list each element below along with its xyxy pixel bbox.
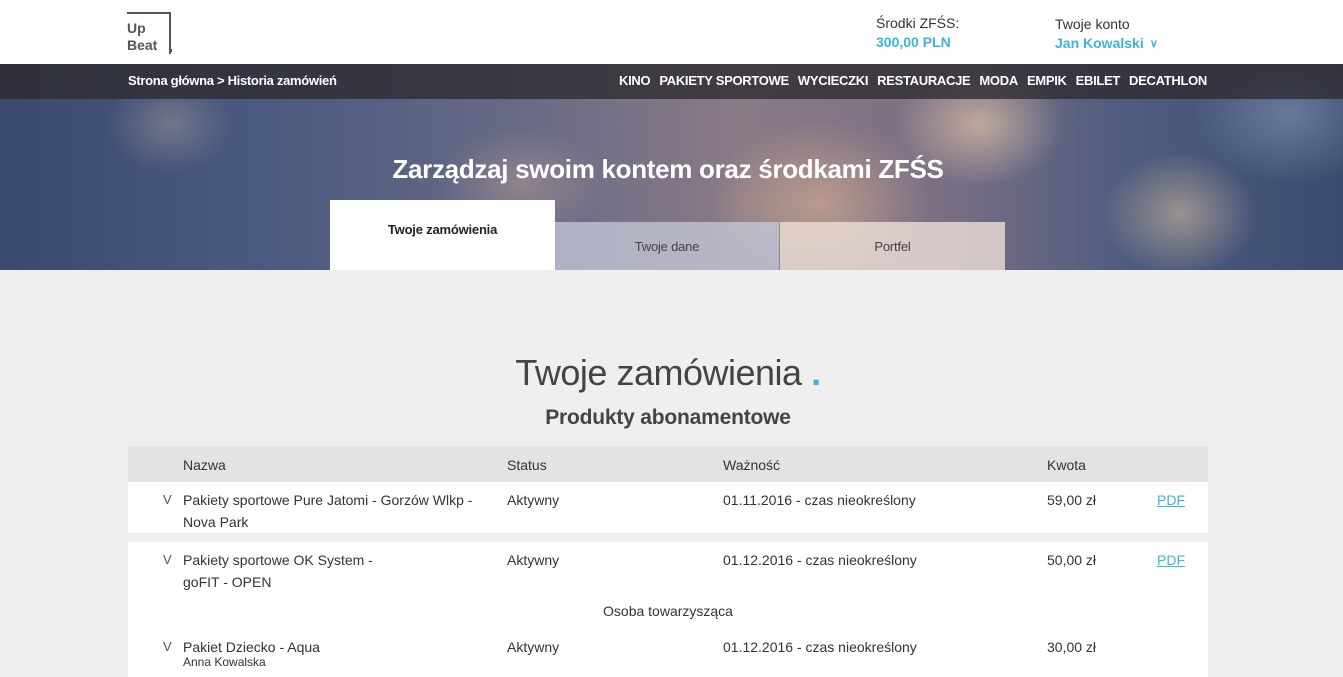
tab-wallet[interactable]: Portfel <box>780 222 1005 270</box>
companion-label: Osoba towarzysząca <box>603 603 733 619</box>
companion-person-name: Anna Kowalska <box>183 655 266 669</box>
pdf-link[interactable]: PDF <box>1157 489 1185 511</box>
hero-title: Zarządzaj swoim kontem oraz środkami ZFŚ… <box>392 154 944 184</box>
funds-summary: Środki ZFŚS: 300,00 PLN <box>876 15 959 50</box>
menu-item-pakiety-sportowe[interactable]: PAKIETY SPORTOWE <box>659 73 789 88</box>
order-name-line1: Pakiety sportowe Pure Jatomi - Gorzów Wl… <box>183 492 473 508</box>
companion-validity: 01.12.2016 - czas nieokreślony <box>723 639 917 655</box>
menu-item-empik[interactable]: EMPIK <box>1027 73 1067 88</box>
column-header-amount: Kwota <box>1047 457 1086 473</box>
menu-item-restauracje[interactable]: RESTAURACJE <box>877 73 971 88</box>
chevron-down-icon[interactable]: ∨ <box>1150 37 1158 50</box>
account-label: Twoje konto <box>1055 16 1130 32</box>
menu-item-wycieczki[interactable]: WYCIECZKI <box>798 73 869 88</box>
order-validity: 01.12.2016 - czas nieokreślony <box>723 552 917 568</box>
logo-dot <box>169 49 172 52</box>
column-header-name: Nazwa <box>183 457 226 473</box>
page-title-text: Twoje zamówienia <box>515 352 802 393</box>
logo-text-up: Up <box>127 20 146 36</box>
account-name: Jan Kowalski <box>1055 35 1144 51</box>
menu-item-ebilet[interactable]: EBILET <box>1076 73 1121 88</box>
order-amount: 59,00 zł <box>1047 492 1097 508</box>
order-status: Aktywny <box>507 552 560 568</box>
logo-text-beat: Beat <box>127 37 158 53</box>
companion-status: Aktywny <box>507 639 560 655</box>
order-amount: 50,00 zł <box>1047 552 1097 568</box>
page-title: Twoje zamówienia . <box>0 352 1336 394</box>
pdf-link[interactable]: PDF <box>1157 549 1185 571</box>
funds-label: Środki ZFŚS: <box>876 15 960 31</box>
expand-chevron-icon[interactable]: V <box>163 549 172 571</box>
order-name-line2: goFIT - OPEN <box>183 574 272 590</box>
table-header: Nazwa Status Ważność Kwota <box>128 446 1208 482</box>
column-header-status: Status <box>507 457 547 473</box>
account-menu[interactable]: Twoje konto Jan Kowalski ∨ <box>1055 16 1158 51</box>
top-header: Up Beat Środki ZFŚS: 300,00 PLN Twoje ko… <box>0 0 1343 64</box>
table-row: V Pakiety sportowe Pure Jatomi - Gorzów … <box>128 482 1208 533</box>
table-row: V Pakiety sportowe OK System - goFIT - O… <box>128 542 1208 677</box>
order-status: Aktywny <box>507 492 560 508</box>
main-menu: KINO PAKIETY SPORTOWE WYCIECZKI RESTAURA… <box>619 73 1207 88</box>
tab-your-data[interactable]: Twoje dane <box>555 222 779 270</box>
menu-item-moda[interactable]: MODA <box>979 73 1018 88</box>
funds-value: 300,00 PLN <box>876 34 951 50</box>
breadcrumb[interactable]: Strona główna > Historia zamówień <box>128 73 337 88</box>
hero-banner: Strona główna > Historia zamówień KINO P… <box>0 64 1343 270</box>
tab-orders[interactable]: Twoje zamówienia <box>330 200 555 270</box>
section-subtitle: Produkty abonamentowe <box>545 406 791 429</box>
title-accent-dot: . <box>811 352 821 393</box>
order-name-line2: Nova Park <box>183 514 249 530</box>
menu-item-kino[interactable]: KINO <box>619 73 651 88</box>
upbeat-logo[interactable]: Up Beat <box>127 12 172 54</box>
expand-chevron-icon[interactable]: V <box>163 489 172 511</box>
order-validity: 01.11.2016 - czas nieokreślony <box>723 492 916 508</box>
column-header-validity: Ważność <box>723 457 781 473</box>
account-name-dropdown[interactable]: Jan Kowalski ∨ <box>1055 35 1158 51</box>
menu-item-decathlon[interactable]: DECATHLON <box>1129 73 1207 88</box>
order-name-line1: Pakiety sportowe OK System - <box>183 552 373 568</box>
companion-amount: 30,00 zł <box>1047 639 1097 655</box>
expand-chevron-icon[interactable]: V <box>163 636 172 658</box>
navbar: Strona główna > Historia zamówień KINO P… <box>0 64 1343 99</box>
